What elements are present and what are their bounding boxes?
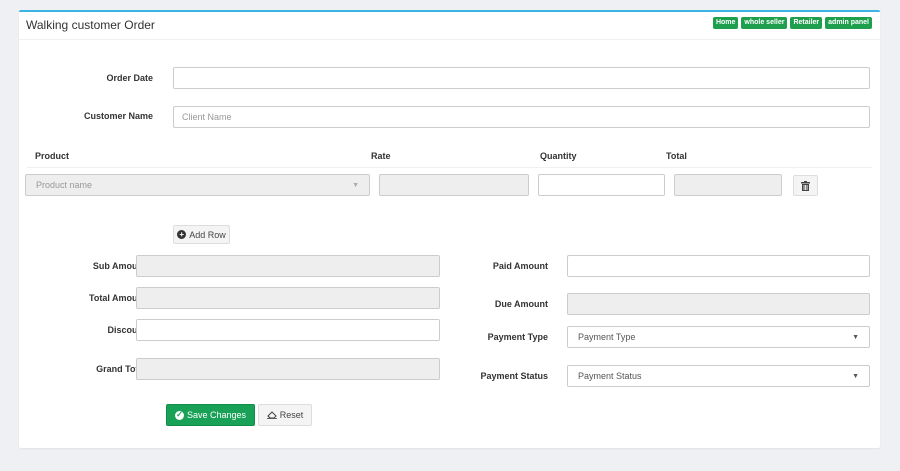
- customer-name-label: Customer Name: [83, 111, 153, 121]
- quantity-input[interactable]: [538, 174, 665, 196]
- chevron-down-icon: ▼: [352, 181, 359, 189]
- payment-status-select[interactable]: Payment Status ▼: [567, 365, 870, 387]
- total-amount-label: Total Amount: [89, 293, 146, 303]
- grand-total-input[interactable]: [136, 358, 440, 380]
- rate-input[interactable]: [379, 174, 529, 196]
- reset-button[interactable]: Reset: [258, 404, 312, 426]
- nav-retailer-link[interactable]: Retailer: [790, 17, 823, 29]
- quantity-column-header: Quantity: [540, 151, 577, 161]
- nav-whole-seller-link[interactable]: whole seller: [741, 17, 788, 29]
- paid-amount-input[interactable]: [567, 255, 870, 277]
- add-row-label: Add Row: [189, 229, 226, 240]
- payment-status-label: Payment Status: [480, 371, 548, 381]
- discount-input[interactable]: [136, 319, 440, 341]
- nav-home-link[interactable]: Home: [712, 17, 739, 29]
- order-date-label: Order Date: [106, 73, 153, 83]
- chevron-down-icon: ▼: [852, 372, 859, 380]
- order-date-input[interactable]: [173, 67, 870, 89]
- payment-type-value: Payment Type: [578, 332, 636, 342]
- save-changes-label: Save Changes: [186, 410, 247, 420]
- total-amount-input[interactable]: [136, 287, 440, 309]
- customer-name-input[interactable]: [173, 106, 870, 128]
- grand-total-label: Grand Total: [96, 364, 146, 374]
- paid-amount-label: Paid Amount: [492, 261, 548, 271]
- title-divider: [19, 39, 880, 40]
- due-amount-input[interactable]: [567, 293, 870, 315]
- page-title: Walking customer Order: [26, 18, 155, 32]
- table-header-divider: [27, 167, 872, 168]
- check-circle-icon: ✓: [174, 410, 184, 420]
- product-select[interactable]: Product name ▼: [25, 174, 370, 196]
- eraser-icon: [266, 411, 277, 419]
- nav-admin-panel-link[interactable]: admin panel: [825, 17, 872, 29]
- reset-label: Reset: [279, 410, 304, 420]
- discount-label: Discount: [107, 325, 146, 335]
- product-column-header: Product: [35, 151, 70, 161]
- total-column-header: Total: [666, 151, 687, 161]
- save-changes-button[interactable]: ✓ Save Changes: [166, 404, 255, 426]
- payment-type-label: Payment Type: [487, 332, 548, 342]
- trash-icon: [801, 180, 810, 191]
- due-amount-label: Due Amount: [494, 299, 548, 309]
- payment-type-select[interactable]: Payment Type ▼: [567, 326, 870, 348]
- nav-links: Home whole seller Retailer admin panel: [712, 17, 872, 29]
- sub-amount-label: Sub Amount: [92, 261, 146, 271]
- payment-status-value: Payment Status: [578, 371, 642, 381]
- chevron-down-icon: ▼: [852, 333, 859, 341]
- plus-circle-icon: +: [177, 230, 187, 239]
- sub-amount-input[interactable]: [136, 255, 440, 277]
- rate-column-header: Rate: [371, 151, 391, 161]
- order-panel: Walking customer Order Home whole seller…: [19, 10, 880, 448]
- remove-row-button[interactable]: [793, 175, 818, 196]
- total-input[interactable]: [674, 174, 782, 196]
- add-row-button[interactable]: + Add Row: [173, 225, 230, 244]
- product-select-placeholder: Product name: [36, 180, 93, 190]
